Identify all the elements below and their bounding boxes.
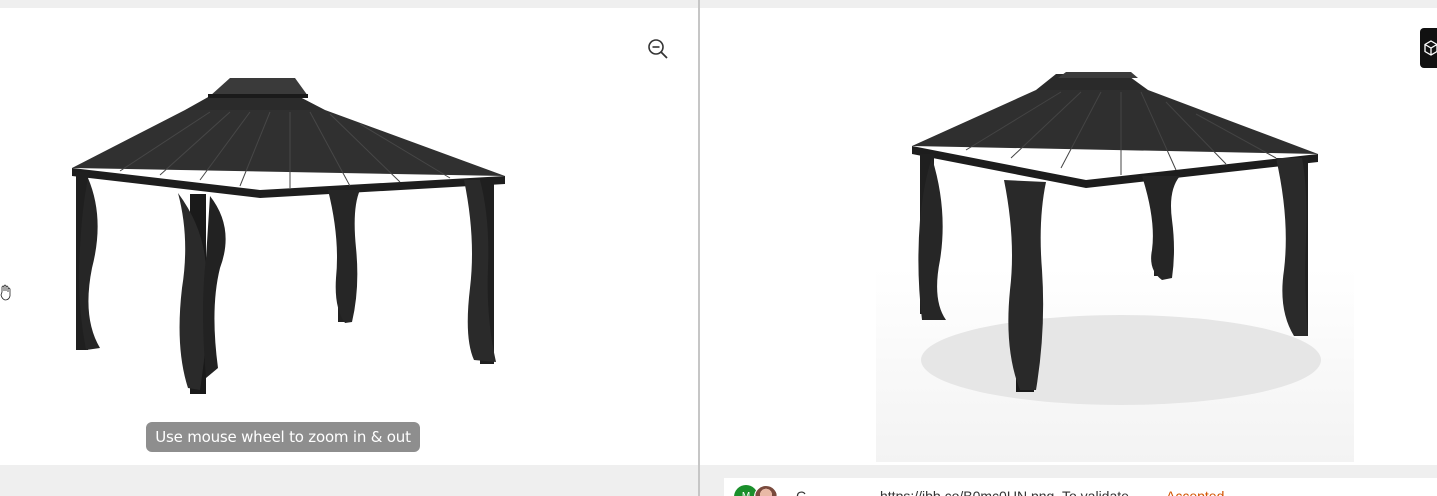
3d-cube-icon xyxy=(1424,40,1437,56)
comment-action: To validate xyxy=(1062,488,1129,496)
hand-cursor-icon xyxy=(0,284,11,301)
comment-user: C xyxy=(796,488,807,496)
user-avatar-photo xyxy=(754,485,778,496)
page: Use mouse wheel to zoom in & out C https… xyxy=(0,0,1437,496)
comment-status: Accepted xyxy=(1166,488,1225,496)
gazebo-illustration xyxy=(72,78,505,394)
zoom-out-icon xyxy=(648,39,668,59)
original-product-image[interactable] xyxy=(60,68,520,403)
comment-row[interactable]: M C https://ibb.co/B0mc0UN.png To valida… xyxy=(724,478,1437,496)
left-footer-area xyxy=(0,465,698,496)
gazebo-render xyxy=(912,72,1321,405)
3d-view-button[interactable] xyxy=(1420,28,1437,68)
comment-link[interactable]: https://ibb.co/B0mc0UN.png xyxy=(880,488,1054,496)
original-image-panel: Use mouse wheel to zoom in & out xyxy=(0,8,698,465)
zoom-hint-label: Use mouse wheel to zoom in & out xyxy=(146,422,420,452)
generated-product-image[interactable] xyxy=(876,30,1354,462)
zoom-out-button[interactable] xyxy=(645,36,671,62)
